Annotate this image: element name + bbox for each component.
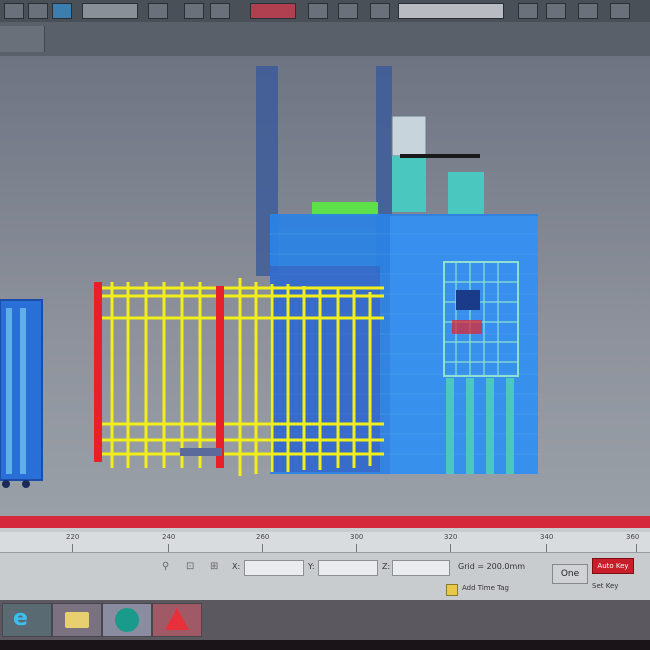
status-bar: 220 240 260 300 320 340 360 ⚲ ⊡ ⊞ X: Y: …	[0, 528, 650, 600]
ruler-tick	[168, 544, 169, 552]
x-coord-field[interactable]	[244, 560, 304, 576]
ruler-tick-label: 300	[350, 533, 364, 541]
toolbar-icon[interactable]	[610, 3, 630, 19]
ruler-tick-label: 220	[66, 533, 80, 541]
monitor-bezel	[0, 640, 650, 650]
ruler-tick	[72, 544, 73, 552]
add-time-tag-button[interactable]: Add Time Tag	[462, 584, 509, 592]
folder-glyph	[65, 612, 89, 628]
file-explorer-icon[interactable]	[52, 603, 102, 637]
scene-render	[0, 66, 538, 488]
selection-lock-icon[interactable]: ⊡	[186, 561, 194, 572]
teal-module	[448, 172, 484, 214]
left-cabinet-bar	[6, 308, 12, 474]
toolbar-icon[interactable]	[52, 3, 72, 19]
toolbar-icon[interactable]	[546, 3, 566, 19]
toolbar-icon[interactable]	[578, 3, 598, 19]
toolbar-icon[interactable]	[184, 3, 204, 19]
red-fence-post	[94, 282, 102, 462]
autodesk-glyph	[165, 608, 189, 630]
black-rail	[400, 154, 480, 158]
3d-viewport[interactable]	[0, 56, 650, 516]
ruler-tick	[636, 544, 637, 552]
toolbar-icon[interactable]	[148, 3, 168, 19]
set-key-label[interactable]: Set Key	[592, 582, 618, 590]
y-coord-label: Y:	[308, 562, 315, 571]
toolbar-icon[interactable]	[308, 3, 328, 19]
ruler-tick	[356, 544, 357, 552]
top-unit	[391, 115, 427, 157]
toolbar-dropdown[interactable]	[82, 3, 138, 19]
publisher-icon[interactable]	[102, 603, 152, 637]
grid-size-readout: Grid = 200.0mm	[458, 562, 526, 571]
ie-glyph: e	[13, 606, 28, 631]
transform-mode-icon[interactable]: ⊞	[210, 561, 218, 572]
red-fence-post	[216, 286, 224, 468]
ruler-tick-label: 340	[540, 533, 554, 541]
toolbar-icon[interactable]	[210, 3, 230, 19]
toolbar-icon[interactable]	[518, 3, 538, 19]
ruler-tick	[450, 544, 451, 552]
internet-explorer-icon[interactable]: e	[2, 603, 52, 637]
z-coord-label: Z:	[382, 562, 391, 571]
z-coord-field[interactable]	[392, 560, 450, 576]
red-marker	[452, 320, 482, 334]
toolbar-icon[interactable]	[338, 3, 358, 19]
x-coord-label: X:	[232, 562, 241, 571]
toolbar-icon[interactable]	[28, 3, 48, 19]
caster-wheel	[2, 480, 10, 488]
one-button[interactable]: One	[552, 564, 588, 584]
y-coord-field[interactable]	[318, 560, 378, 576]
caster-wheel	[22, 480, 30, 488]
left-cabinet-bar	[20, 308, 26, 474]
right-structure	[390, 216, 538, 474]
publisher-glyph	[115, 608, 139, 632]
teal-module	[392, 156, 426, 212]
lock-icon[interactable]: ⚲	[162, 561, 169, 572]
green-block	[312, 202, 378, 216]
toolbar-icon[interactable]	[370, 3, 390, 19]
fence-base	[180, 448, 222, 456]
main-toolbar	[0, 0, 650, 23]
ribbon-bar	[0, 22, 650, 56]
toolbar-icon[interactable]	[4, 3, 24, 19]
auto-key-button[interactable]: Auto Key	[592, 558, 634, 574]
timeline-scrubber[interactable]	[0, 516, 650, 528]
ruler-tick-label: 320	[444, 533, 458, 541]
ruler-tick-label: 240	[162, 533, 176, 541]
ruler-tick	[262, 544, 263, 552]
control-box	[456, 290, 480, 310]
timeline-ruler[interactable]: 220 240 260 300 320 340 360	[0, 532, 650, 553]
toolbar-icon[interactable]	[250, 3, 296, 19]
viewport-tab[interactable]	[0, 26, 45, 52]
monitor-screen: 220 240 260 300 320 340 360 ⚲ ⊡ ⊞ X: Y: …	[0, 0, 650, 650]
taskbar: e	[0, 600, 650, 640]
ruler-tick-label: 360	[626, 533, 640, 541]
ruler-tick-label: 260	[256, 533, 270, 541]
autodesk-icon[interactable]	[152, 603, 202, 637]
named-selection-dropdown[interactable]	[398, 3, 504, 19]
time-tag-icon[interactable]	[446, 584, 458, 596]
ruler-tick	[546, 544, 547, 552]
